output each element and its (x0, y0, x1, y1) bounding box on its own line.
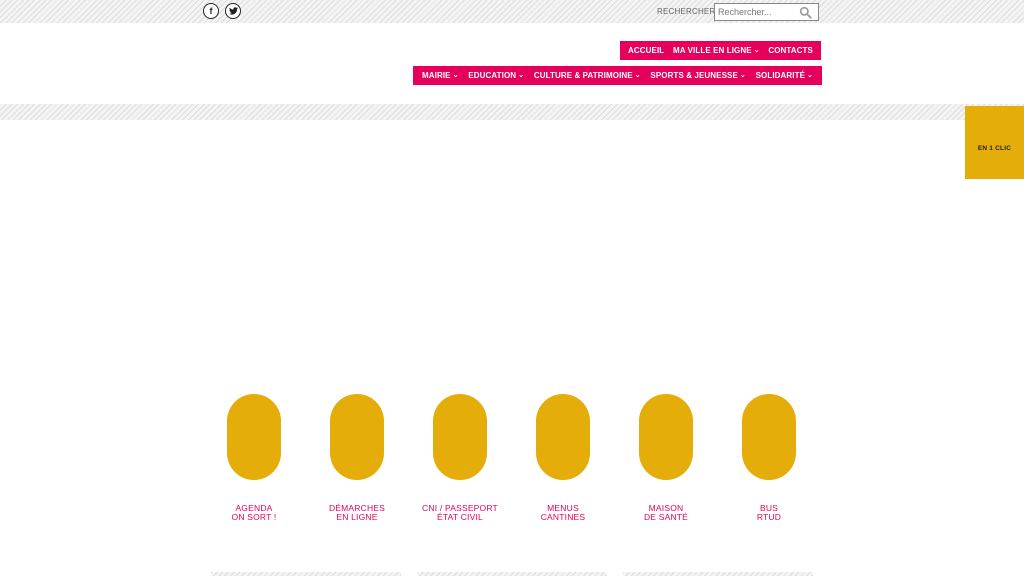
nav-item-ma-ville-en-ligne[interactable]: MA VILLE EN LIGNE ⌄ (673, 46, 760, 55)
quick-link-demarches[interactable]: DÉMARCHES EN LIGNE (302, 394, 412, 521)
chevron-down-icon: ⌄ (518, 71, 525, 79)
quick-link-cni-passeport[interactable]: CNI / PASSEPORT ÉTAT CIVIL (405, 394, 515, 521)
quick-link-label: BUS RTUD (756, 503, 782, 522)
en-1-clic-label: EN 1 CLIC (977, 145, 1012, 152)
search-field[interactable] (714, 3, 819, 21)
nav-item-culture-patrimoine[interactable]: CULTURE & PATRIMOINE ⌄ (534, 71, 641, 80)
quick-link-label: CNI / PASSEPORT ÉTAT CIVIL (422, 503, 498, 522)
quick-link-label: AGENDA ON SORT ! (231, 503, 277, 522)
quick-link-icon (742, 394, 796, 480)
quick-link-label: MENUS CANTINES (540, 503, 586, 522)
en-1-clic-tab[interactable]: EN 1 CLIC (965, 106, 1024, 179)
nav-item-solidarite[interactable]: SOLIDARITÉ ⌄ (756, 71, 813, 80)
quick-link-maison-sante[interactable]: MAISON DE SANTÉ (611, 394, 721, 521)
nav-item-accueil[interactable]: ACCUEIL (628, 46, 664, 55)
nav-item-education[interactable]: EDUCATION ⌄ (468, 71, 524, 80)
chevron-down-icon: ⌄ (807, 71, 813, 79)
nav-item-sports-jeunesse[interactable]: SPORTS & JEUNESSE ⌄ (650, 71, 745, 80)
twitter-icon[interactable] (225, 3, 241, 19)
top-bar: f RECHERCHER (0, 0, 1024, 23)
chevron-down-icon: ⌄ (634, 71, 641, 79)
news-card-top-1 (211, 572, 401, 576)
top-nav: ACCUEIL MA VILLE EN LIGNE ⌄ CONTACTS (620, 41, 821, 60)
quick-link-agenda[interactable]: AGENDA ON SORT ! (199, 394, 309, 521)
quick-link-label: MAISON DE SANTÉ (643, 503, 689, 522)
main-nav: MAIRIE ⌄ EDUCATION ⌄ CULTURE & PATRIMOINE ⌄… (413, 66, 822, 85)
search-input[interactable] (718, 5, 798, 19)
quick-link-icon (536, 394, 590, 480)
header-divider-band (0, 104, 1024, 120)
search-icon[interactable] (799, 6, 812, 19)
news-card-top-2 (417, 572, 607, 576)
quick-link-bus[interactable]: BUS RTUD (714, 394, 824, 521)
search-label: RECHERCHER (657, 7, 716, 16)
nav-item-mairie[interactable]: MAIRIE ⌄ (422, 71, 459, 80)
chevron-down-icon: ⌄ (753, 46, 760, 54)
quick-link-icon (227, 394, 281, 480)
news-card-top-3 (623, 572, 813, 576)
social-links: f (203, 3, 241, 19)
facebook-icon[interactable]: f (203, 3, 219, 19)
nav-item-contacts[interactable]: CONTACTS (768, 46, 813, 55)
quick-link-icon (433, 394, 487, 480)
quick-link-menus[interactable]: MENUS CANTINES (508, 394, 618, 521)
quick-link-label: DÉMARCHES EN LIGNE (328, 503, 386, 522)
chevron-down-icon: ⌄ (452, 71, 459, 79)
quick-link-icon (639, 394, 693, 480)
chevron-down-icon: ⌄ (739, 71, 746, 79)
quick-link-icon (330, 394, 384, 480)
